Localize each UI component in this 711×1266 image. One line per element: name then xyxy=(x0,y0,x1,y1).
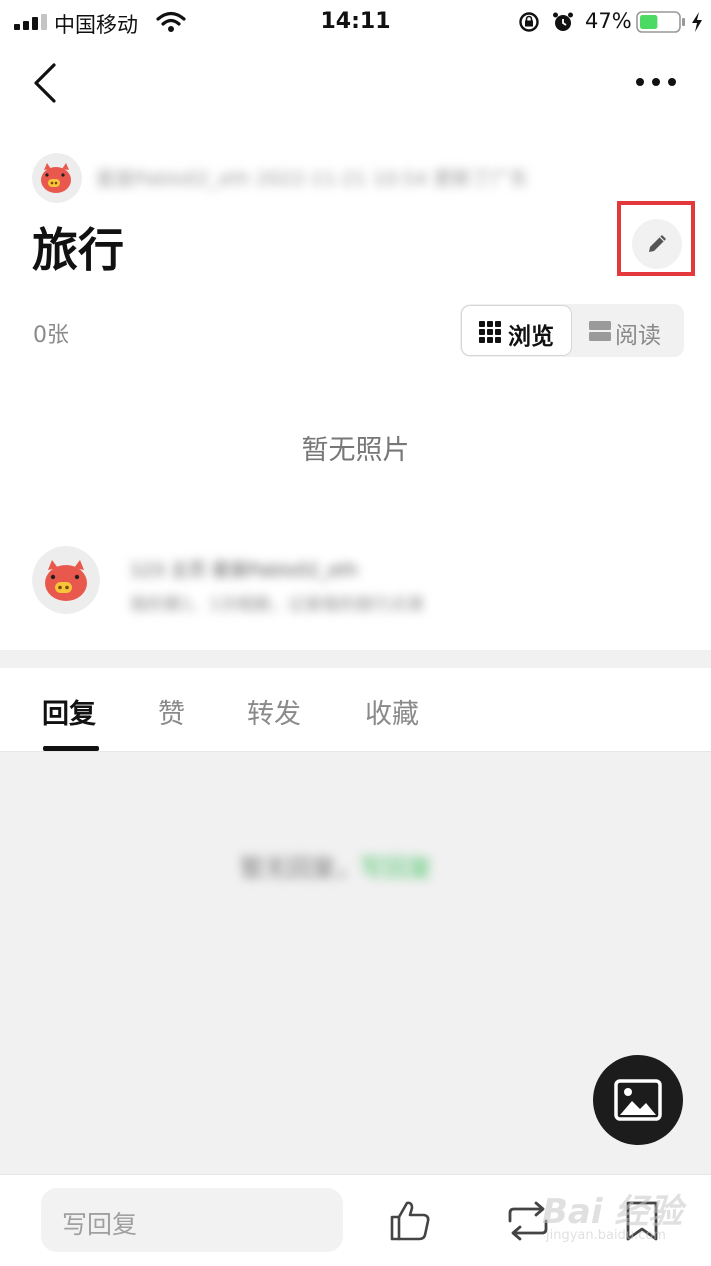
charging-bolt-icon xyxy=(692,12,702,32)
author-meta: 星座Pablo02_eth 2022-11-21 10:54 更新了广东 xyxy=(96,168,529,190)
status-bar: 中国移动 14:11 47% xyxy=(0,0,711,46)
tab-reposts[interactable]: 转发 xyxy=(247,692,301,731)
like-button[interactable] xyxy=(386,1197,434,1245)
battery-icon xyxy=(636,11,685,33)
tab-favorites[interactable]: 收藏 xyxy=(365,692,419,731)
read-label: 阅读 xyxy=(615,323,661,349)
more-button[interactable] xyxy=(628,64,684,100)
interaction-tabs: 回复 赞 转发 收藏 xyxy=(0,668,711,752)
tab-replies[interactable]: 回复 xyxy=(42,692,96,731)
reply-placeholder: 写回复 xyxy=(62,1210,138,1239)
browse-label: 浏览 xyxy=(508,324,554,350)
pig-avatar-icon xyxy=(32,153,82,203)
baidu-watermark: Bai 经验 jingyan.baidu.com xyxy=(520,1180,710,1250)
tab-likes[interactable]: 赞 xyxy=(158,692,185,731)
owner-avatar[interactable] xyxy=(32,546,100,614)
album-title: 旅行 xyxy=(32,223,124,277)
section-divider xyxy=(0,650,711,668)
owner-description: 我的第1、1次相册，记录我的旅行点滴 xyxy=(130,595,424,614)
alarm-icon xyxy=(553,12,573,31)
author-avatar[interactable] xyxy=(32,153,82,203)
rotation-lock-icon xyxy=(519,12,539,32)
thumbs-up-icon xyxy=(390,1201,430,1241)
back-button[interactable] xyxy=(24,58,68,108)
chevron-left-icon xyxy=(34,63,56,103)
read-mode-button[interactable]: 阅读 xyxy=(574,305,682,356)
empty-photos-text: 暂无照片 xyxy=(301,435,410,466)
list-icon xyxy=(589,321,611,341)
photo-count: 0张 xyxy=(33,323,69,348)
empty-replies-text: 暂无回复， xyxy=(240,854,360,882)
view-mode-toggle: 浏览 阅读 xyxy=(460,304,684,357)
watermark-subtext: jingyan.baidu.com xyxy=(546,1228,666,1243)
owner-name: 123 主页 星座Pablo02_eth xyxy=(130,560,358,580)
watermark-text: Bai 经验 xyxy=(542,1192,683,1232)
reply-input[interactable]: 写回复 xyxy=(41,1188,343,1252)
highlight-box xyxy=(617,201,695,276)
more-dots-icon xyxy=(636,78,676,86)
add-photo-button[interactable] xyxy=(593,1055,683,1145)
browse-mode-button[interactable]: 浏览 xyxy=(461,305,572,356)
grid-icon xyxy=(479,321,501,343)
image-icon xyxy=(614,1079,662,1121)
empty-replies-message: 暂无回复，写回复 xyxy=(240,848,432,883)
pig-avatar-icon xyxy=(32,546,100,614)
battery-percent: 47% xyxy=(585,9,632,33)
write-reply-link[interactable]: 写回复 xyxy=(360,854,432,882)
